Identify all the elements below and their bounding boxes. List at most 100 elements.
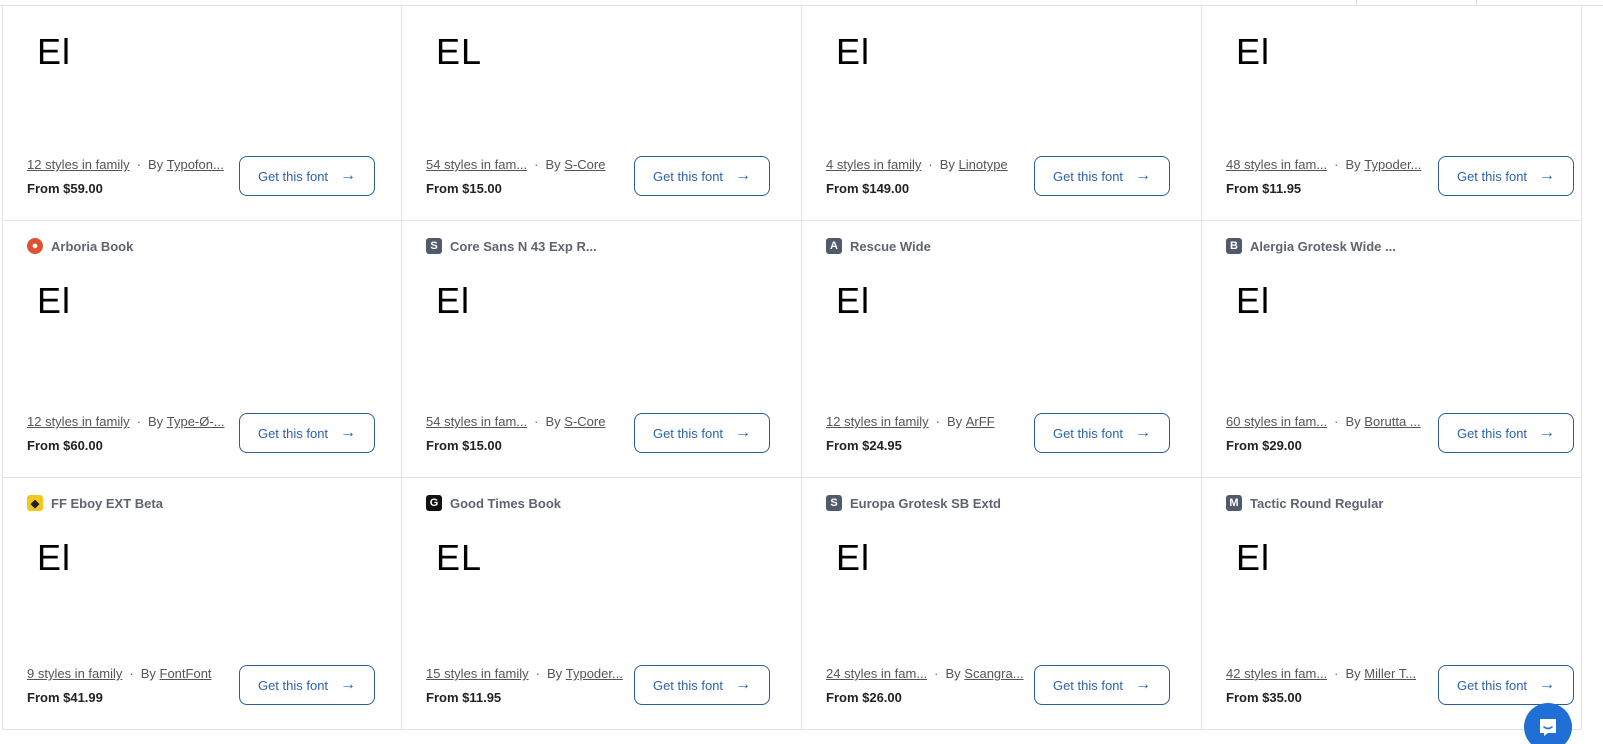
font-name[interactable]: Arboria Book xyxy=(51,239,133,254)
get-this-font-button[interactable]: Get this font → xyxy=(239,413,375,453)
font-preview[interactable]: El xyxy=(1236,32,1270,72)
chat-button[interactable] xyxy=(1524,703,1572,744)
styles-link[interactable]: 60 styles in fam... xyxy=(1226,414,1327,429)
font-name[interactable]: Rescue Wide xyxy=(850,239,931,254)
price: From $24.95 xyxy=(826,438,902,453)
get-this-font-label: Get this font xyxy=(1052,677,1124,693)
by-label: By xyxy=(1345,666,1361,681)
get-this-font-button[interactable]: Get this font → xyxy=(1438,665,1574,705)
font-meta: 54 styles in fam... · By S-Core From $15… xyxy=(426,414,605,453)
price: From $60.00 xyxy=(27,438,103,453)
get-this-font-button[interactable]: Get this font → xyxy=(239,665,375,705)
font-preview[interactable]: El xyxy=(836,538,870,578)
styles-link[interactable]: 42 styles in fam... xyxy=(1226,666,1327,681)
get-this-font-button[interactable]: Get this font → xyxy=(634,665,770,705)
arrow-right-icon: → xyxy=(340,167,357,184)
price: From $149.00 xyxy=(826,181,910,196)
font-card[interactable]: B Alergia Grotesk Wide ... El 60 styles … xyxy=(1202,221,1582,478)
separator-dot: · xyxy=(136,157,141,172)
font-preview[interactable]: EL xyxy=(436,32,482,72)
font-card[interactable]: El 4 styles in family · By Linotype From… xyxy=(802,6,1202,221)
foundry-logo-icon: M xyxy=(1226,495,1242,511)
foundry-link[interactable]: Borutta ... xyxy=(1364,414,1420,429)
font-card[interactable]: EL 54 styles in fam... · By S-Core From … xyxy=(402,6,802,221)
foundry-link[interactable]: Scangra... xyxy=(964,666,1023,681)
get-this-font-button[interactable]: Get this font → xyxy=(1438,156,1574,196)
font-meta: 24 styles in fam... · By Scangra... From… xyxy=(826,666,1024,705)
font-card[interactable]: ● Arboria Book El 12 styles in family · … xyxy=(2,221,402,478)
foundry-link[interactable]: S-Core xyxy=(564,157,605,172)
price: From $26.00 xyxy=(826,690,902,705)
arrow-right-icon: → xyxy=(735,424,752,441)
get-this-font-button[interactable]: Get this font → xyxy=(1438,413,1574,453)
styles-link[interactable]: 54 styles in fam... xyxy=(426,414,527,429)
font-card-header: A Rescue Wide xyxy=(826,237,931,255)
font-card[interactable]: S Europa Grotesk SB Extd El 24 styles in… xyxy=(802,478,1202,730)
foundry-link[interactable]: Type-Ø-... xyxy=(167,414,225,429)
by-label: By xyxy=(545,157,561,172)
font-preview[interactable]: El xyxy=(1236,538,1270,578)
styles-link[interactable]: 9 styles in family xyxy=(27,666,122,681)
arrow-right-icon: → xyxy=(1539,167,1556,184)
font-card[interactable]: El 48 styles in fam... · By Typoder... F… xyxy=(1202,6,1582,221)
by-label: By xyxy=(945,666,961,681)
font-preview[interactable]: El xyxy=(37,538,71,578)
font-preview[interactable]: EL xyxy=(436,538,482,578)
font-meta: 12 styles in family · By Typofon... From… xyxy=(27,157,224,196)
foundry-logo-icon: ◆ xyxy=(27,495,43,511)
font-name[interactable]: Core Sans N 43 Exp R... xyxy=(450,239,597,254)
foundry-link[interactable]: FontFont xyxy=(160,666,212,681)
font-preview[interactable]: El xyxy=(37,32,71,72)
get-this-font-button[interactable]: Get this font → xyxy=(1034,665,1170,705)
get-this-font-label: Get this font xyxy=(1052,425,1124,441)
font-card-header: B Alergia Grotesk Wide ... xyxy=(1226,237,1396,255)
font-preview[interactable]: El xyxy=(836,281,870,321)
by-label: By xyxy=(1345,414,1361,429)
get-this-font-button[interactable]: Get this font → xyxy=(634,156,770,196)
font-meta: 42 styles in fam... · By Miller T... Fro… xyxy=(1226,666,1416,705)
font-name[interactable]: Tactic Round Regular xyxy=(1250,496,1383,511)
get-this-font-button[interactable]: Get this font → xyxy=(1034,156,1170,196)
foundry-link[interactable]: S-Core xyxy=(564,414,605,429)
font-name[interactable]: FF Eboy EXT Beta xyxy=(51,496,163,511)
get-this-font-button[interactable]: Get this font → xyxy=(239,156,375,196)
separator-dot: · xyxy=(534,157,539,172)
font-name[interactable]: Good Times Book xyxy=(450,496,561,511)
by-label: By xyxy=(939,157,955,172)
styles-link[interactable]: 24 styles in fam... xyxy=(826,666,927,681)
arrow-right-icon: → xyxy=(1539,424,1556,441)
foundry-link[interactable]: Linotype xyxy=(959,157,1008,172)
styles-link[interactable]: 12 styles in family xyxy=(826,414,929,429)
styles-link[interactable]: 12 styles in family xyxy=(27,414,130,429)
font-card[interactable]: M Tactic Round Regular El 42 styles in f… xyxy=(1202,478,1582,730)
font-preview[interactable]: El xyxy=(37,281,71,321)
foundry-link[interactable]: ArFF xyxy=(966,414,995,429)
foundry-link[interactable]: Typofon... xyxy=(167,157,224,172)
styles-link[interactable]: 15 styles in family xyxy=(426,666,529,681)
font-name[interactable]: Alergia Grotesk Wide ... xyxy=(1250,239,1396,254)
font-meta: 4 styles in family · By Linotype From $1… xyxy=(826,157,1008,196)
font-name[interactable]: Europa Grotesk SB Extd xyxy=(850,496,1001,511)
font-preview[interactable]: El xyxy=(1236,281,1270,321)
font-card[interactable]: ◆ FF Eboy EXT Beta El 9 styles in family… xyxy=(2,478,402,730)
font-card-header: S Core Sans N 43 Exp R... xyxy=(426,237,597,255)
font-card[interactable]: A Rescue Wide El 12 styles in family · B… xyxy=(802,221,1202,478)
separator-dot: · xyxy=(934,666,939,681)
arrow-right-icon: → xyxy=(735,676,752,693)
font-card[interactable]: G Good Times Book EL 15 styles in family… xyxy=(402,478,802,730)
arrow-right-icon: → xyxy=(735,167,752,184)
styles-link[interactable]: 54 styles in fam... xyxy=(426,157,527,172)
foundry-link[interactable]: Miller T... xyxy=(1364,666,1416,681)
font-preview[interactable]: El xyxy=(436,281,470,321)
font-preview[interactable]: El xyxy=(836,32,870,72)
foundry-link[interactable]: Typoder... xyxy=(566,666,623,681)
font-card[interactable]: El 12 styles in family · By Typofon... F… xyxy=(2,6,402,221)
font-card[interactable]: S Core Sans N 43 Exp R... El 54 styles i… xyxy=(402,221,802,478)
get-this-font-button[interactable]: Get this font → xyxy=(1034,413,1170,453)
styles-link[interactable]: 48 styles in fam... xyxy=(1226,157,1327,172)
foundry-link[interactable]: Typoder... xyxy=(1364,157,1421,172)
styles-link[interactable]: 4 styles in family xyxy=(826,157,921,172)
foundry-logo-icon: S xyxy=(826,495,842,511)
get-this-font-button[interactable]: Get this font → xyxy=(634,413,770,453)
styles-link[interactable]: 12 styles in family xyxy=(27,157,130,172)
